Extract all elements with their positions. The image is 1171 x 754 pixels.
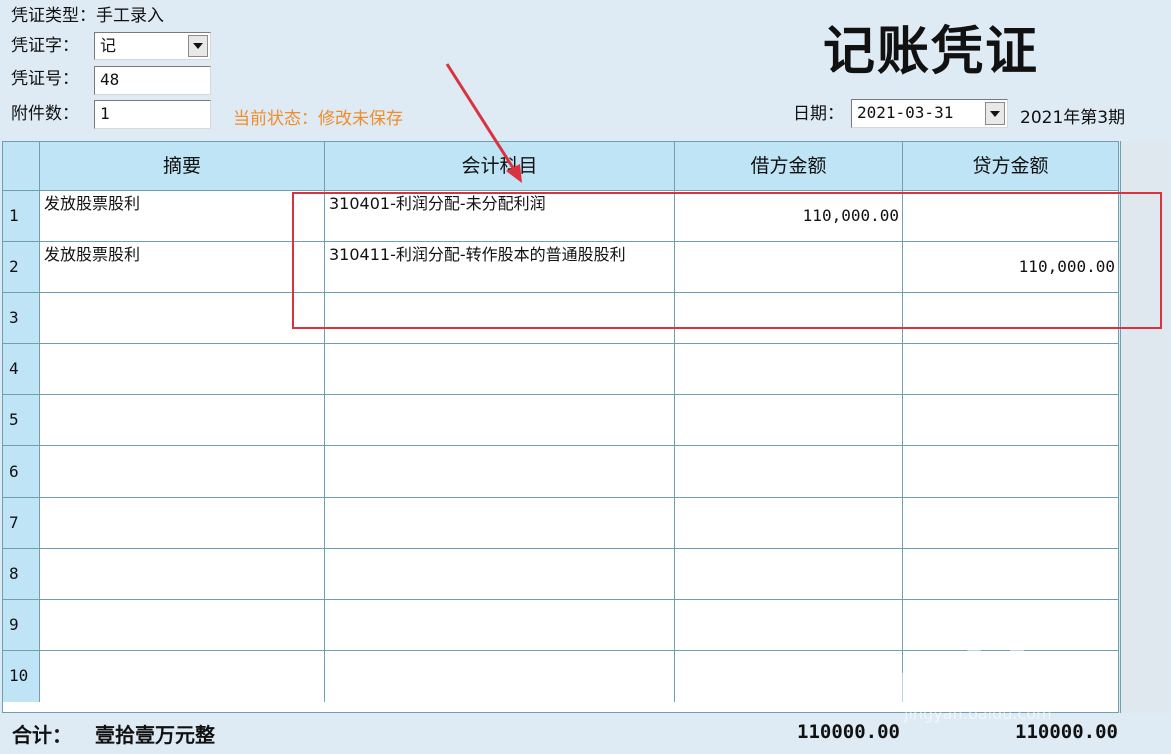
table-row[interactable]: 5 (3, 395, 1118, 447)
account-cell[interactable] (325, 599, 675, 650)
account-cell[interactable] (325, 446, 675, 497)
account-cell[interactable] (325, 650, 675, 702)
table-row[interactable]: 6 (3, 446, 1118, 498)
attachments-label: 附件数： (11, 104, 79, 124)
table-row[interactable]: 4 (3, 344, 1118, 396)
date-dropdown-button[interactable] (985, 102, 1005, 125)
row-index: 9 (3, 599, 40, 650)
account-cell[interactable] (325, 395, 675, 446)
summary-cell[interactable] (40, 497, 325, 548)
credit-cell[interactable] (903, 498, 1118, 548)
debit-total: 110000.00 (797, 721, 900, 743)
row-index: 10 (3, 650, 40, 702)
credit-cell[interactable] (903, 446, 1118, 496)
summary-cell[interactable]: 发放股票股利 (40, 242, 325, 293)
amount-in-words: 壹拾壹万元整 (95, 723, 215, 747)
totals-label: 合计： (12, 723, 72, 747)
column-header-summary: 摘要 (40, 142, 325, 190)
debit-cell[interactable] (675, 446, 903, 497)
row-index: 2 (3, 242, 40, 293)
column-header-debit: 借方金额 (675, 142, 903, 190)
date-select[interactable]: 2021-03-31 (851, 99, 1008, 128)
chevron-down-icon (193, 43, 203, 49)
voucher-word-value: 记 (100, 36, 117, 55)
summary-cell[interactable] (40, 599, 325, 650)
voucher-no-input[interactable]: 48 (94, 66, 211, 95)
voucher-word-dropdown-button[interactable] (188, 35, 208, 57)
row-index: 1 (3, 191, 40, 242)
watermark-url: jingyan.baidu.com (904, 704, 1052, 723)
account-cell[interactable] (325, 548, 675, 599)
page-title: 记账凭证 (823, 21, 1040, 82)
summary-cell[interactable] (40, 344, 325, 395)
baidu-watermark: Baidu经验 jingyan.baidu.com (898, 628, 1138, 728)
table-row[interactable]: 8 (3, 548, 1118, 600)
debit-cell[interactable] (675, 395, 903, 446)
debit-cell[interactable] (675, 497, 903, 548)
attachments-input[interactable]: 1 (94, 100, 211, 129)
table-header: 摘要 会计科目 借方金额 贷方金额 (3, 142, 1118, 191)
debit-cell[interactable] (675, 548, 903, 599)
credit-cell[interactable] (903, 395, 1118, 445)
summary-cell[interactable] (40, 395, 325, 446)
chevron-down-icon (990, 110, 1000, 117)
debit-cell[interactable] (675, 344, 903, 395)
voucher-word-label: 凭证字： (11, 36, 79, 56)
date-value: 2021-03-31 (857, 103, 954, 122)
period-text: 2021年第3期 (1020, 108, 1126, 128)
date-label: 日期： (793, 104, 844, 124)
account-cell[interactable] (325, 344, 675, 395)
column-header-account: 会计科目 (325, 142, 675, 190)
row-index: 6 (3, 446, 40, 497)
summary-cell[interactable]: 发放股票股利 (40, 191, 325, 242)
voucher-word-select[interactable]: 记 (94, 32, 211, 60)
row-index: 3 (3, 293, 40, 344)
summary-cell[interactable] (40, 650, 325, 702)
row-index: 4 (3, 344, 40, 395)
table-row[interactable]: 7 (3, 497, 1118, 549)
voucher-no-label: 凭证号： (11, 69, 79, 89)
row-index: 5 (3, 395, 40, 446)
debit-cell[interactable] (675, 650, 903, 702)
status-text: 当前状态：修改未保存 (233, 109, 403, 129)
credit-cell[interactable] (903, 344, 1118, 394)
account-cell[interactable] (325, 497, 675, 548)
annotation-highlight-box (292, 192, 1162, 329)
header-corner (3, 142, 40, 190)
voucher-type-label: 凭证类型： (11, 6, 96, 26)
voucher-type-value: 手工录入 (96, 6, 164, 26)
credit-cell[interactable] (903, 549, 1118, 599)
debit-cell[interactable] (675, 599, 903, 650)
summary-cell[interactable] (40, 293, 325, 344)
summary-cell[interactable] (40, 446, 325, 497)
summary-cell[interactable] (40, 548, 325, 599)
row-index: 7 (3, 497, 40, 548)
voucher-type: 凭证类型：手工录入 (11, 6, 164, 26)
column-header-credit: 贷方金额 (972, 155, 1049, 177)
row-index: 8 (3, 548, 40, 599)
